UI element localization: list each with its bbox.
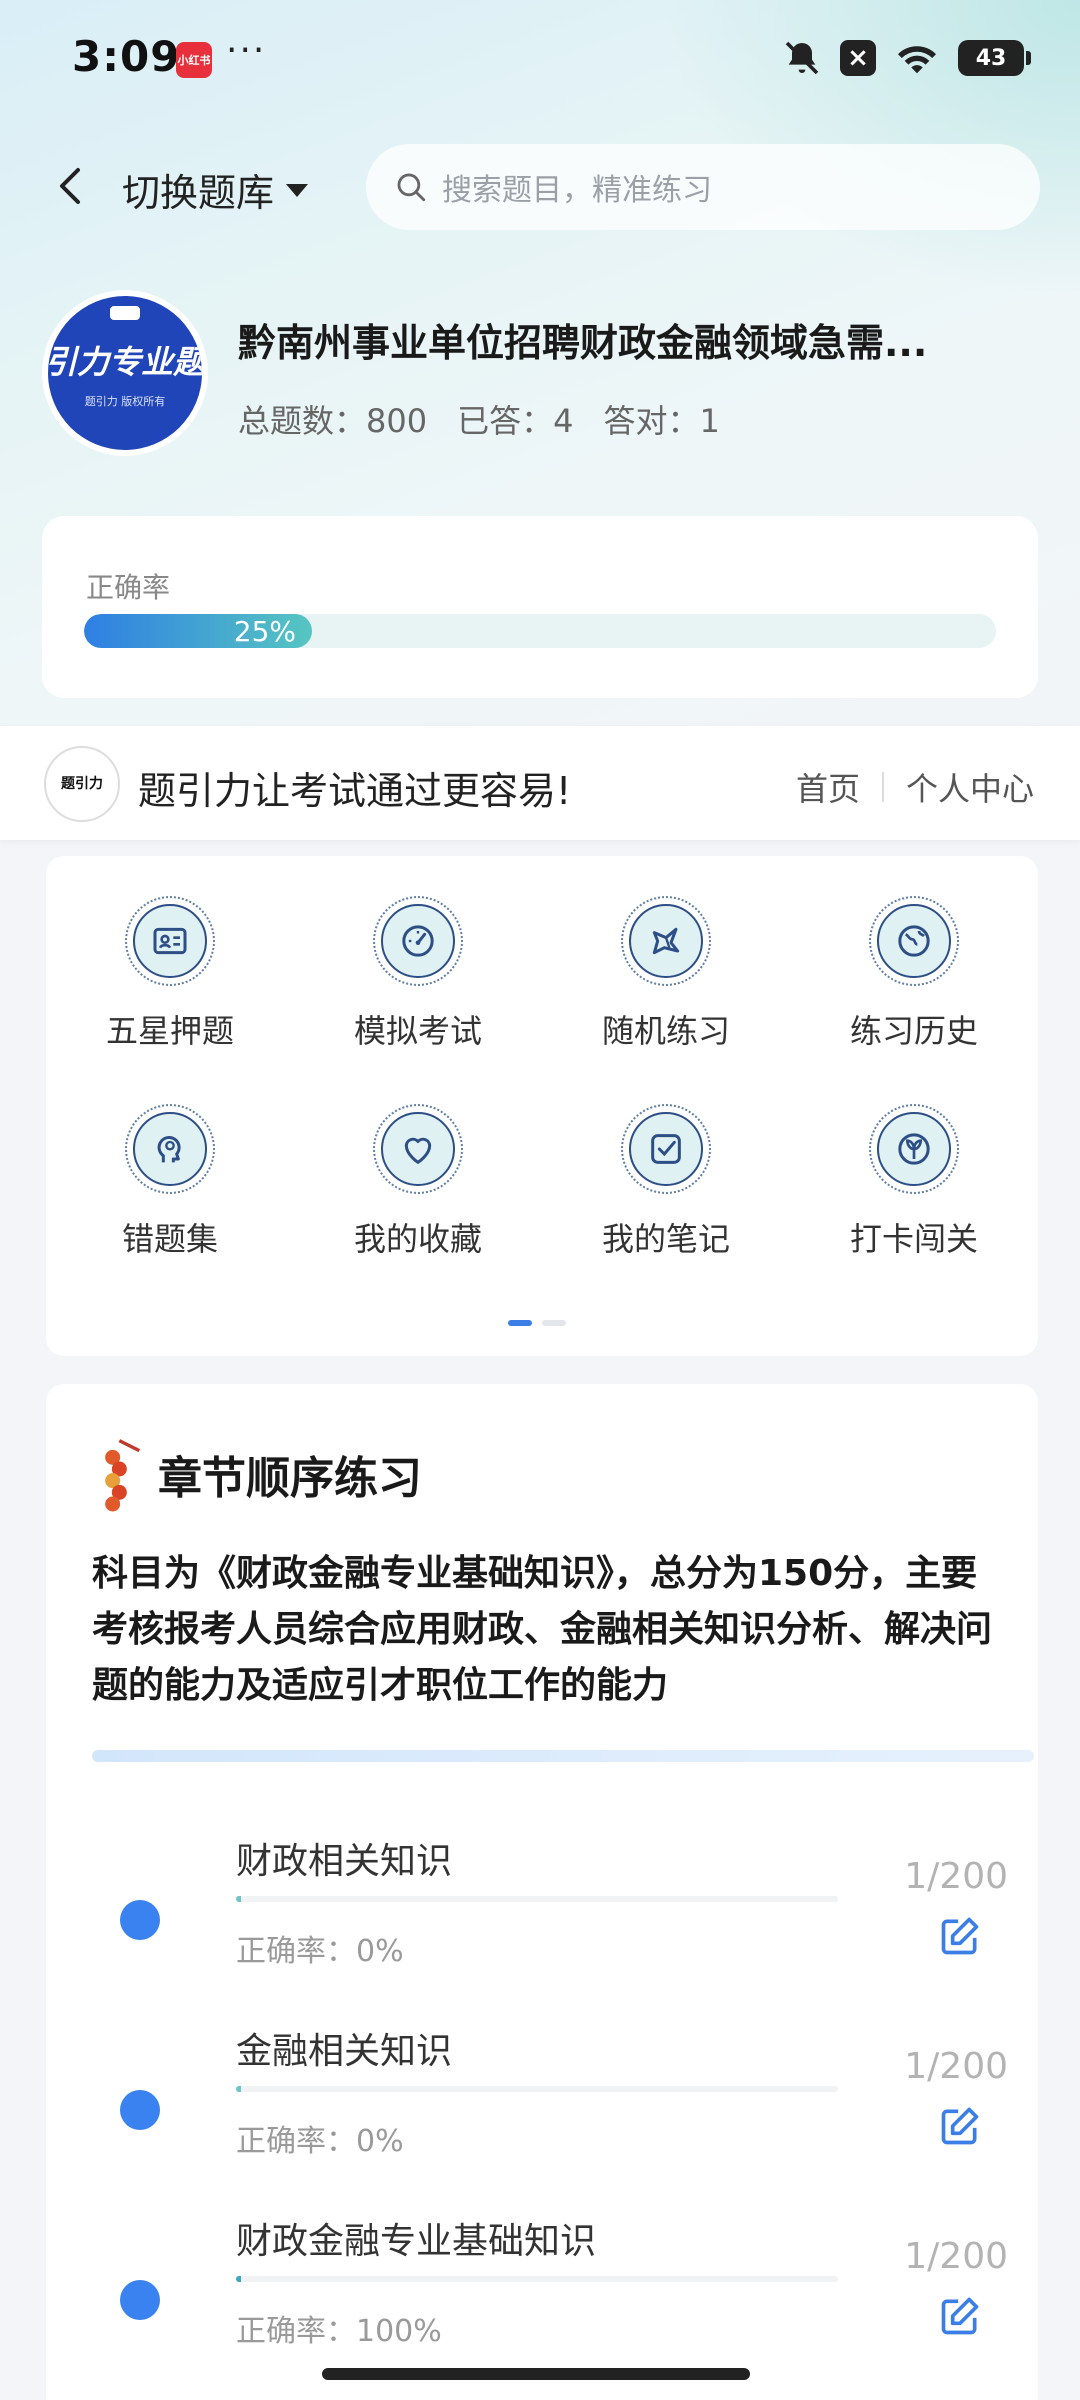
back-arrow-icon[interactable] [48, 162, 96, 210]
answered-count: 已答：4 [457, 402, 574, 440]
description-highlight [92, 1750, 1034, 1762]
pager-dot-active [508, 1320, 532, 1326]
gauge-icon [402, 925, 434, 957]
status-bar: 3:09 小红书 ··· × 43 [0, 0, 1080, 118]
chapter-accuracy: 正确率：100% [236, 2314, 442, 2349]
grid-label: 五星押题 [105, 1012, 234, 1050]
bell-off-icon [785, 41, 819, 75]
bank-title: 黔南州事业单位招聘财政金融领域急需... [238, 321, 928, 365]
chapter-count: 1/200 [904, 2046, 1008, 2087]
accuracy-percent: 25% [233, 614, 296, 648]
chapter-bullet [120, 2280, 160, 2320]
grid-item-favorites[interactable]: 我的收藏 [294, 1104, 542, 1260]
chapter-progress-bar [236, 2086, 838, 2092]
personal-center-link[interactable]: 个人中心 [906, 764, 1034, 810]
chapter-name: 财政金融专业基础知识 [236, 2221, 597, 2262]
more-notifications-icon: ··· [226, 30, 267, 71]
chapter-row[interactable]: 金融相关知识 正确率：0% 1/200 [46, 2022, 1038, 2212]
chapter-accuracy: 正确率：0% [236, 1934, 404, 1969]
grid-label: 模拟考试 [353, 1012, 482, 1050]
avatar-subtitle: 题引力 版权所有 [84, 395, 166, 408]
correct-count: 答对：1 [603, 402, 720, 440]
chapter-name: 金融相关知识 [236, 2031, 453, 2072]
grid-label: 我的收藏 [353, 1220, 482, 1258]
edit-icon[interactable] [938, 2104, 982, 2148]
close-notification-icon: × [840, 40, 876, 76]
feature-grid-card: 五星押题 模拟考试 随机练习 练习历史 错题集 我的收藏 我的笔记 打卡闯关 [46, 856, 1038, 1356]
grid-item-mock-exam[interactable]: 模拟考试 [294, 896, 542, 1052]
note-icon [651, 1134, 681, 1164]
chapter-row[interactable]: 财政相关知识 正确率：0% 1/200 [46, 1832, 1038, 2022]
chapter-progress-bar [236, 1896, 838, 1902]
chapter-title: 章节顺序练习 [158, 1453, 422, 1504]
battery-icon: 43 [958, 40, 1031, 76]
pager-dot [542, 1320, 566, 1326]
status-time: 3:09 [72, 32, 181, 81]
avatar-title: 引力专业题 [48, 343, 202, 381]
switch-bank-dropdown[interactable]: 切换题库 [122, 162, 310, 217]
grid-label: 随机练习 [601, 1012, 730, 1050]
search-placeholder: 搜索题目，精准练习 [442, 173, 712, 208]
grid-item-check-in[interactable]: 打卡闯关 [790, 1104, 1038, 1260]
search-input[interactable]: 搜索题目，精准练习 [366, 144, 1040, 230]
search-icon [397, 173, 426, 202]
chapter-section: 章节顺序练习 科目为《财政金融专业基础知识》，总分为150分，主要考核报考人员综… [46, 1384, 1038, 2400]
heart-icon [404, 1137, 432, 1164]
grid-item-history[interactable]: 练习历史 [790, 896, 1038, 1052]
grid-item-notes[interactable]: 我的笔记 [542, 1104, 790, 1260]
grid-label: 我的笔记 [601, 1220, 730, 1258]
switch-bank-label: 切换题库 [122, 171, 275, 215]
bank-stats: 总题数：800 已答：4 答对：1 [238, 396, 720, 442]
nav-divider [881, 772, 884, 802]
chapter-progress-fill [236, 2276, 241, 2282]
top-header: 切换题库 搜索题目，精准练习 [0, 140, 1080, 232]
grid-label: 练习历史 [849, 1012, 978, 1050]
accuracy-card: 正确率 25% [42, 516, 1038, 698]
notification-app-icon: 小红书 [176, 42, 212, 78]
grid-item-wrong-questions[interactable]: 错题集 [46, 1104, 294, 1260]
shuffle-icon [652, 927, 680, 955]
avatar-logo-icon [110, 306, 140, 320]
chapter-accuracy: 正确率：0% [236, 2124, 404, 2159]
wifi-icon [898, 46, 936, 74]
grid-label: 错题集 [121, 1220, 218, 1258]
chapter-bullet [120, 1900, 160, 1940]
chapter-header: 章节顺序练习 [96, 1434, 422, 1514]
brand-banner: 题引力 题引力让考试通过更容易! 首页 个人中心 [0, 726, 1080, 840]
grid-item-five-star[interactable]: 五星押题 [46, 896, 294, 1052]
id-card-icon [153, 927, 187, 955]
chapter-count: 1/200 [904, 1856, 1008, 1897]
accuracy-progress-bar: 25% [84, 614, 996, 648]
brand-logo: 题引力 [44, 746, 120, 822]
head-icon [157, 1135, 181, 1163]
total-count: 总题数：800 [238, 402, 428, 440]
grid-pager [508, 1320, 566, 1326]
chapter-progress-bar [236, 2276, 838, 2282]
home-indicator[interactable] [322, 2368, 750, 2380]
grid-item-random-practice[interactable]: 随机练习 [542, 896, 790, 1052]
edit-icon[interactable] [938, 2294, 982, 2338]
brand-slogan: 题引力让考试通过更容易! [138, 769, 572, 813]
caret-down-icon [286, 183, 309, 197]
firecracker-icon [105, 1439, 141, 1512]
globe-icon [898, 925, 930, 957]
accuracy-progress-fill: 25% [84, 614, 312, 648]
banner-nav: 首页 个人中心 [796, 764, 1034, 810]
chapter-bullet [120, 2090, 160, 2130]
accuracy-label: 正确率 [86, 571, 171, 604]
home-link[interactable]: 首页 [796, 764, 860, 810]
chapter-progress-fill [236, 1896, 241, 1902]
bank-avatar: 引力专业题 题引力 版权所有 [42, 290, 208, 456]
grid-label: 打卡闯关 [849, 1220, 978, 1258]
chapter-progress-fill [236, 2086, 241, 2092]
chapter-name: 财政相关知识 [236, 1841, 453, 1882]
status-icons: × 43 [782, 38, 1031, 78]
feature-grid: 五星押题 模拟考试 随机练习 练习历史 错题集 我的收藏 我的笔记 打卡闯关 [46, 896, 1038, 1260]
edit-icon[interactable] [938, 1914, 982, 1958]
chapter-description: 科目为《财政金融专业基础知识》，总分为150分，主要考核报考人员综合应用财政、金… [92, 1553, 993, 1706]
leaf-icon [898, 1133, 930, 1165]
chapter-count: 1/200 [904, 2236, 1008, 2277]
